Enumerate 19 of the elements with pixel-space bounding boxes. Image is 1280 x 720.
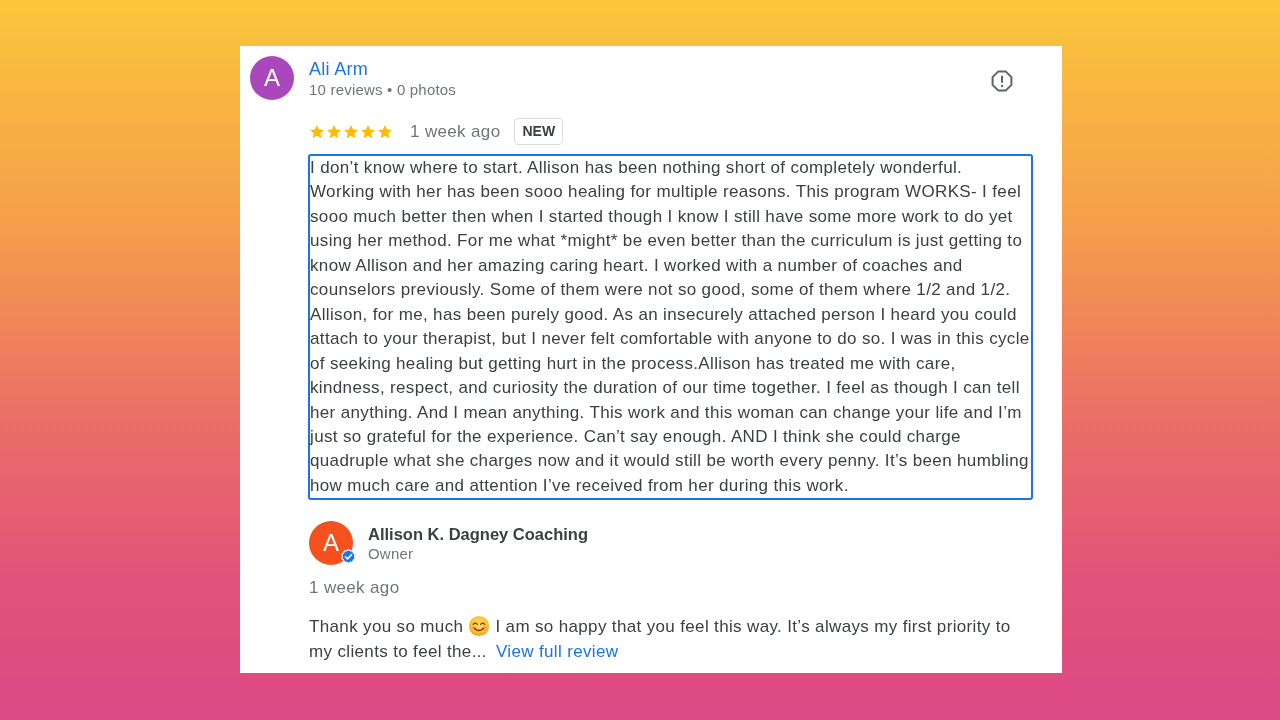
filled-star-icon <box>360 123 376 140</box>
filled-star-icon <box>326 123 342 140</box>
review-text: I don’t know where to start. Allison has been nothing short of completely wonderful. Working with her has been sooo healing for multiple reasons. This program WORKS- I feel sooo much better then when I started though I know I still have some more work to do yet using her method. For me what *might* be even better than the curriculum is just getting to know Allison and her amazing caring heart. I worked with a number of coaches and counselors previously. Some of them were not so good, some of them where 1/2 and 1/2. Allison, for me, has been purely good. As an insecurely attached person I heard you could attach to your therapist, but I never felt comfortable with anyone to do so. I was in this cycle of seeking healing but getting hurt in the process.Allison has treated me with care, kindness, respect, and curiosity the duration of our time together. I feel as though I can tell her anything. And I mean anything. This work and this woman can change your life and I’m just so grateful for the experience. Can’t say enough. AND I think she could charge quadruple what she charges now and it would still be worth every penny. It’s been humbling how much care and attention I’ve received from her during this work. <box>308 154 1033 501</box>
avatar: A <box>250 56 294 100</box>
owner-name: Allison K. Dagney Coaching <box>368 524 589 545</box>
filled-star-icon <box>343 123 359 140</box>
report-icon[interactable] <box>990 69 1014 93</box>
reviewer-name-link[interactable]: Ali Arm <box>309 59 369 80</box>
view-full-review-link[interactable]: View full review <box>495 642 619 662</box>
avatar: A <box>309 521 353 566</box>
reviewer-stats: 10 reviews • 0 photos <box>309 80 457 100</box>
response-text: Thank you so much I am so happy that you feel this way. It’s always my first priority to my clients to feel the... View full review <box>309 614 1012 664</box>
response-time: 1 week ago <box>309 577 400 600</box>
filled-star-icon <box>377 123 393 140</box>
new-badge: NEW <box>514 118 564 145</box>
filled-star-icon <box>309 123 325 140</box>
review-time: 1 week ago <box>410 121 501 142</box>
smiling-face-icon <box>468 615 491 638</box>
owner-role: Owner <box>368 544 414 565</box>
